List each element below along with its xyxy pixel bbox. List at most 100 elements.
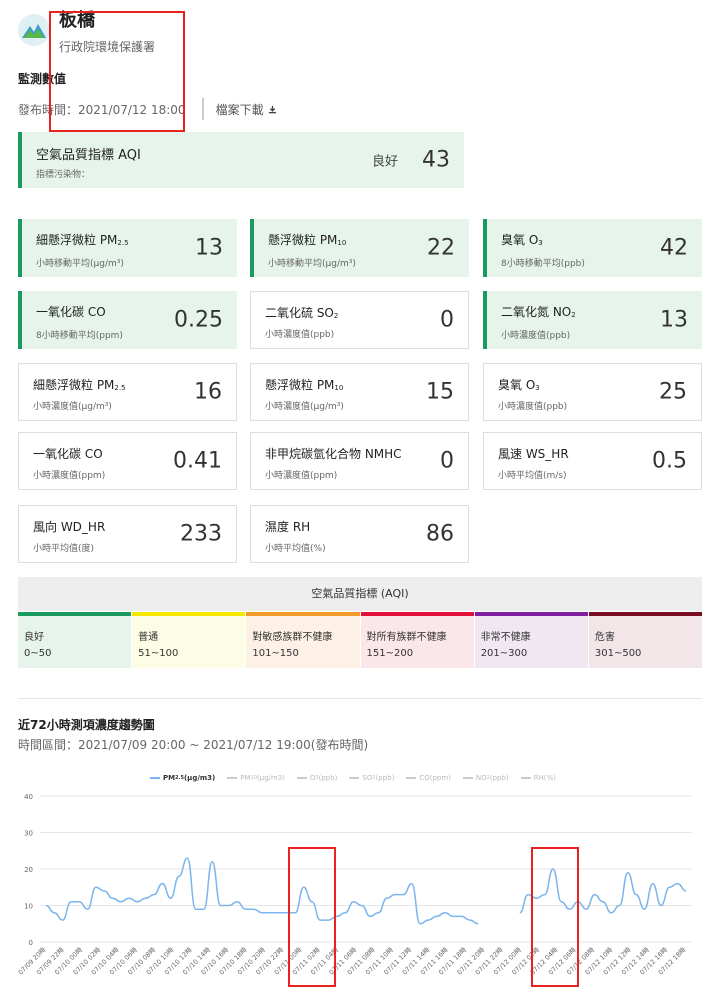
download-button[interactable]: 檔案下載 — [216, 101, 277, 118]
measurement-unit: 小時平均值(%) — [265, 544, 326, 554]
aqi-level-range: 201~300 — [480, 648, 528, 659]
measurement-unit: 小時濃度值(ppm) — [265, 471, 338, 481]
trend-chart-svg: 01020304007/09 20時07/09 22時07/10 00時07/1… — [17, 793, 692, 977]
measurement-card: 風速 WS_HR 小時平均值(m/s) 0.5 — [483, 432, 702, 490]
trend-range: 時間區間：2021/07/09 20:00 ~ 2021/07/12 19:00… — [18, 738, 369, 752]
aqi-level-label: 對所有族群不健康 — [366, 632, 447, 643]
legend-line-icon — [406, 777, 417, 779]
aqi-level-range: 151~200 — [366, 648, 414, 659]
measurement-title: 風向 WD_HR — [33, 518, 105, 535]
chart-legend-item[interactable]: SO 2 (ppb) — [349, 774, 394, 782]
agency-name: 行政院環境保護署 — [59, 40, 156, 54]
trend-chart: PM 2.5 (μg/m3) PM 10 (μg/m3) O 3 (ppb) SO 2 (ppb) CO… — [0, 764, 720, 997]
measurement-value: 22 — [427, 235, 455, 261]
publish-row: 發布時間：2021/07/12 18:00 檔案下載 — [18, 98, 277, 120]
chart-legend-item[interactable]: PM 2.5 (μg/m3) — [150, 774, 215, 782]
measurement-subscript: 10 — [337, 239, 347, 247]
aqi-level-cell: 良好 0~50 — [18, 612, 132, 668]
aqi-level-bar — [474, 612, 588, 616]
legend-line-icon — [349, 777, 360, 779]
measurement-subscript: 2 — [333, 312, 339, 320]
measurement-card: 一氧化碳 CO 小時濃度值(ppm) 0.41 — [18, 432, 237, 490]
measurement-title: 臭氧 O3 — [498, 376, 540, 393]
measurement-title-text: 懸浮微粒 PM — [268, 233, 338, 247]
measurement-title: 懸浮微粒 PM10 — [268, 231, 346, 248]
measurement-card: 細懸浮微粒 PM2.5 小時移動平均(μg/m³) 13 — [18, 219, 237, 277]
measurement-card: 細懸浮微粒 PM2.5 小時濃度值(μg/m³) 16 — [18, 363, 237, 421]
legend-name: NO — [475, 774, 487, 782]
aqi-sub: 指標污染物： — [36, 170, 91, 180]
y-tick-label: 10 — [24, 903, 33, 911]
legend-line-icon — [150, 777, 160, 779]
measurement-value: 0 — [440, 307, 454, 333]
aqi-level-range: 51~100 — [138, 648, 179, 659]
chart-legend-item[interactable]: NO 2 (ppb) — [462, 774, 509, 782]
measurement-unit: 小時濃度值(ppb) — [498, 402, 568, 412]
y-tick-label: 0 — [29, 939, 33, 947]
measurement-value: 42 — [660, 235, 688, 261]
measurement-title-text: 一氧化碳 CO — [36, 305, 106, 319]
measurement-card: 風向 WD_HR 小時平均值(度) 233 — [18, 505, 237, 563]
series-line[interactable] — [45, 857, 479, 925]
measurement-title: 二氧化硫 SO2 — [265, 304, 338, 321]
measurement-title: 一氧化碳 CO — [36, 303, 106, 320]
aqi-level-bar — [588, 612, 703, 616]
legend-unit: (ppb) — [318, 774, 338, 782]
measurement-title-text: 一氧化碳 CO — [33, 447, 103, 461]
legend-name: CO — [419, 774, 430, 782]
measurement-value: 86 — [426, 521, 454, 547]
aqi-level-cell: 普通 51~100 — [132, 612, 246, 668]
measurement-unit: 小時濃度值(ppb) — [501, 331, 571, 341]
measurement-subscript: 3 — [538, 239, 543, 247]
aqi-value: 43 — [422, 147, 450, 173]
measurement-title-text: 細懸浮微粒 PM — [36, 233, 118, 247]
measurement-title: 二氧化氮 NO2 — [501, 303, 576, 320]
measurement-subscript: 3 — [535, 384, 540, 392]
measurement-unit: 小時平均值(m/s) — [498, 471, 567, 481]
measurement-card: 濕度 RH 小時平均值(%) 86 — [250, 505, 469, 563]
measurement-title: 臭氧 O3 — [501, 231, 543, 248]
legend-name: SO — [362, 774, 373, 782]
aqi-level-cell: 危害 301~500 — [588, 612, 703, 668]
measurement-title-text: 非甲烷碳氫化合物 NMHC — [265, 447, 402, 461]
measurement-title: 懸浮微粒 PM10 — [265, 376, 343, 393]
aqi-card: 空氣品質指標 AQI 指標污染物： 良好 43 — [18, 132, 464, 188]
download-label: 檔案下載 — [215, 102, 264, 117]
measurement-title: 細懸浮微粒 PM2.5 — [36, 231, 129, 248]
legend-subscript: 2.5 — [175, 775, 184, 781]
y-tick-label: 40 — [24, 793, 33, 801]
measurement-card: 二氧化氮 NO2 小時濃度值(ppb) 13 — [483, 291, 702, 349]
series-line[interactable] — [519, 868, 687, 914]
measurement-value: 25 — [659, 379, 687, 405]
measurement-card: 非甲烷碳氫化合物 NMHC 小時濃度值(ppm) 0 — [250, 432, 469, 490]
legend-line-icon — [462, 777, 473, 779]
chart-legend: PM 2.5 (μg/m3) PM 10 (μg/m3) O 3 (ppb) SO 2 (ppb) CO… — [150, 774, 568, 782]
legend-line-icon — [520, 777, 531, 779]
measurement-value: 13 — [195, 235, 223, 261]
legend-unit: (μg/m3) — [256, 774, 285, 782]
aqi-level-label: 非常不健康 — [480, 632, 531, 643]
divider-line — [18, 698, 702, 699]
divider — [201, 98, 204, 120]
measurement-title: 非甲烷碳氫化合物 NMHC — [265, 445, 402, 462]
measurement-title-text: 二氧化氮 NO — [501, 305, 572, 319]
chart-legend-item[interactable]: O 3 (ppb) — [296, 774, 338, 782]
measurement-title-text: 臭氧 O — [501, 233, 539, 247]
chart-legend-item[interactable]: PM 10 (μg/m3) — [227, 774, 285, 782]
measurement-card: 臭氧 O3 8小時移動平均(ppb) 42 — [483, 219, 702, 277]
measurement-title-text: 細懸浮微粒 PM — [33, 378, 115, 392]
chart-legend-item[interactable]: CO (ppm) — [406, 774, 451, 782]
legend-unit: (μg/m3) — [183, 774, 216, 782]
aqi-level-label: 對敏感族群不健康 — [252, 632, 333, 643]
legend-line-icon — [296, 777, 307, 779]
measurement-unit: 8小時移動平均(ppm) — [36, 331, 123, 341]
measurement-unit: 小時移動平均(μg/m³) — [36, 259, 124, 269]
aqi-level-range: 0~50 — [24, 648, 52, 659]
measurement-card: 一氧化碳 CO 8小時移動平均(ppm) 0.25 — [18, 291, 237, 349]
chart-legend-item[interactable]: RH (%) — [520, 774, 556, 782]
epa-logo-icon — [18, 14, 50, 46]
measurement-title: 細懸浮微粒 PM2.5 — [33, 376, 126, 393]
aqi-level-bar — [18, 612, 132, 616]
measurement-title: 濕度 RH — [265, 518, 310, 535]
measurement-card: 懸浮微粒 PM10 小時移動平均(μg/m³) 22 — [250, 219, 469, 277]
